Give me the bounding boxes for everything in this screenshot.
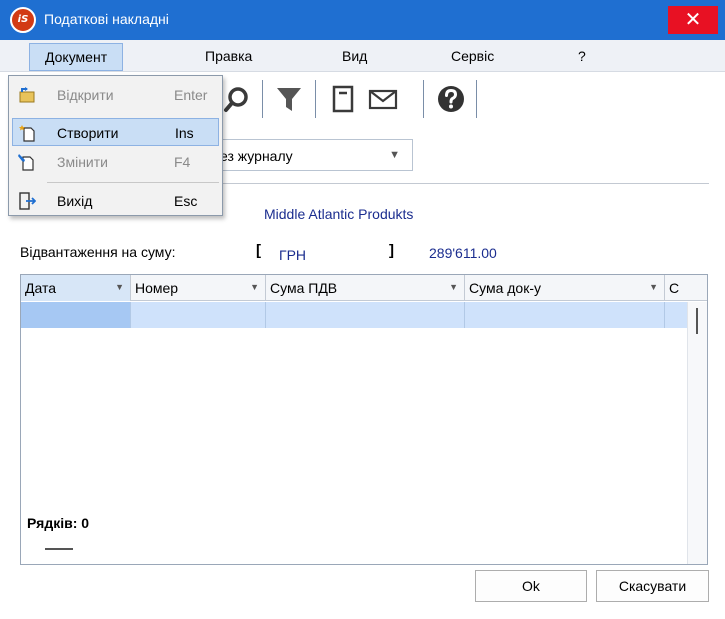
toolbar-separator: [262, 80, 263, 118]
menu-item-edit[interactable]: Змінити F4: [12, 148, 219, 176]
menu-item-shortcut: Esc: [174, 193, 198, 209]
menu-item-label: Відкрити: [57, 87, 114, 103]
column-label: С: [669, 280, 680, 296]
help-icon[interactable]: [434, 82, 468, 116]
exit-icon: [19, 192, 36, 210]
filter-arrow-icon[interactable]: ▼: [250, 282, 259, 292]
cancel-button[interactable]: Скасувати: [596, 570, 709, 602]
table-cell[interactable]: [465, 302, 665, 328]
filter-arrow-icon[interactable]: ▼: [449, 282, 458, 292]
open-icon: [19, 87, 35, 103]
column-label: Сума ПДВ: [270, 280, 338, 296]
currency-bracket-close: ]: [389, 242, 394, 259]
menu-item-create[interactable]: Створити Ins: [12, 118, 219, 146]
vertical-scrollbar[interactable]: [687, 302, 707, 564]
column-header-vat-sum[interactable]: Сума ПДВ ▼: [266, 275, 465, 301]
menu-service[interactable]: Сервіс: [451, 48, 494, 64]
toolbar-separator: [315, 80, 316, 118]
column-header-date[interactable]: Дата ▼: [21, 275, 131, 301]
title-bar: iS Податкові накладні ✕: [0, 0, 725, 40]
document-icon[interactable]: [326, 82, 360, 116]
new-document-icon: [19, 125, 35, 142]
table-row[interactable]: [21, 302, 707, 328]
menu-document[interactable]: Документ: [29, 43, 124, 71]
menu-edit[interactable]: Правка: [205, 48, 252, 64]
horizontal-scrollbar[interactable]: [21, 539, 687, 564]
table-cell[interactable]: [21, 302, 131, 328]
menu-item-label: Створити: [57, 125, 119, 141]
close-button[interactable]: ✕: [668, 6, 718, 34]
journal-select[interactable]: ез журналу ▼: [205, 139, 413, 171]
mail-icon[interactable]: [366, 82, 400, 116]
partner-name: Middle Atlantic Produkts: [264, 206, 414, 222]
menu-item-shortcut: F4: [174, 154, 191, 170]
menu-item-label: Змінити: [57, 154, 108, 170]
column-label: Номер: [135, 280, 179, 296]
invoices-table[interactable]: Дата ▼ Номер ▼ Сума ПДВ ▼ Сума док-у ▼ С…: [20, 274, 708, 565]
menu-item-label: Вихід: [57, 193, 93, 209]
app-logo-icon: iS: [10, 7, 36, 33]
menu-item-shortcut: Ins: [175, 125, 194, 141]
edit-icon: [18, 154, 34, 171]
currency-value: ГРН: [279, 247, 307, 263]
search-icon[interactable]: [220, 82, 254, 116]
divider: [205, 183, 709, 184]
table-header: Дата ▼ Номер ▼ Сума ПДВ ▼ Сума док-у ▼ С: [21, 275, 707, 301]
column-label: Дата: [25, 280, 57, 296]
menu-item-shortcut: Enter: [174, 87, 208, 103]
filter-arrow-icon[interactable]: ▼: [115, 282, 124, 292]
toolbar-separator: [423, 80, 424, 118]
menu-separator: [47, 182, 219, 183]
chevron-down-icon: ▼: [389, 149, 400, 161]
table-cell[interactable]: [266, 302, 465, 328]
menu-view[interactable]: Вид: [342, 48, 367, 64]
toolbar-separator: [476, 80, 477, 118]
rows-count: Рядків: 0: [27, 515, 90, 531]
document-menu: Відкрити Enter Створити Ins Змінити F4 В…: [8, 75, 223, 216]
column-header-doc-sum[interactable]: Сума док-у ▼: [465, 275, 665, 301]
table-cell[interactable]: [131, 302, 266, 328]
menu-help[interactable]: ?: [578, 48, 586, 64]
shipment-label: Відвантаження на суму:: [20, 244, 176, 260]
column-header-partial[interactable]: С: [665, 275, 687, 301]
menu-item-exit[interactable]: Вихід Esc: [12, 187, 219, 215]
currency-bracket-open: [: [256, 242, 261, 259]
column-header-number[interactable]: Номер ▼: [131, 275, 266, 301]
scrollbar-thumb[interactable]: [45, 548, 73, 550]
window-title: Податкові накладні: [44, 11, 169, 27]
menu-bar: Документ Правка Вид Сервіс ?: [0, 40, 725, 72]
filter-icon[interactable]: [272, 82, 306, 116]
shipment-amount: 289'611.00: [429, 245, 497, 261]
menu-item-open[interactable]: Відкрити Enter: [12, 81, 219, 109]
filter-arrow-icon[interactable]: ▼: [649, 282, 658, 292]
journal-select-value: ез журналу: [220, 148, 293, 164]
ok-button[interactable]: Ok: [475, 570, 587, 602]
scrollbar-thumb[interactable]: [696, 308, 698, 334]
column-label: Сума док-у: [469, 280, 541, 296]
